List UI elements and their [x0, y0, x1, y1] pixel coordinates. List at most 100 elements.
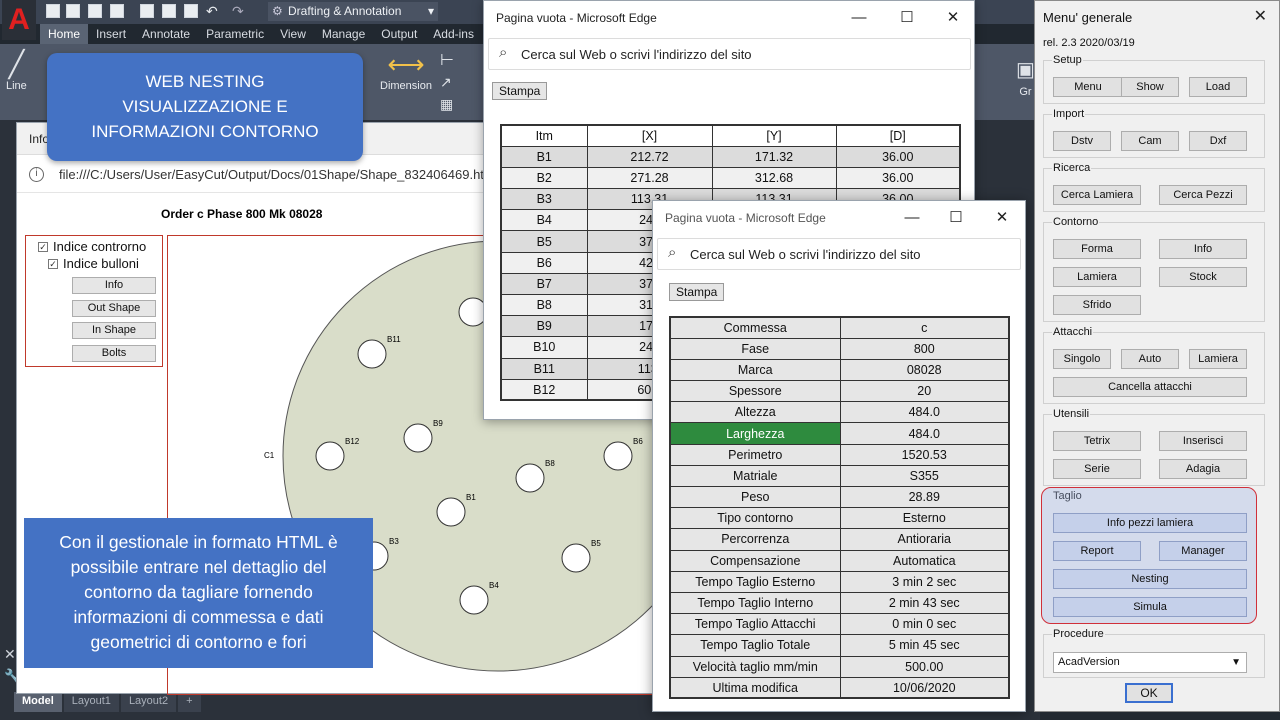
hole[interactable] — [403, 423, 433, 453]
undo-icon[interactable]: ↶ — [206, 3, 218, 20]
find-parts-button[interactable]: Cerca Pezzi — [1159, 185, 1247, 205]
tab-home[interactable]: Home — [40, 24, 89, 44]
version-label: rel. 2.3 2020/03/19 — [1043, 37, 1135, 49]
browser-tab[interactable]: Info — [29, 132, 49, 146]
minimize-icon[interactable]: — — [901, 207, 923, 229]
tab-model[interactable]: Model — [14, 692, 62, 712]
autocad-logo[interactable]: A — [2, 0, 36, 40]
group-icon: ▣ — [1016, 59, 1035, 81]
print-button[interactable]: Stampa — [492, 82, 548, 100]
tab-layout1[interactable]: Layout1 — [63, 692, 119, 712]
out-shape-button[interactable]: Out Shape — [72, 300, 156, 317]
tetrix-button[interactable]: Tetrix — [1053, 431, 1141, 451]
series-button[interactable]: Serie — [1053, 459, 1141, 479]
info-button[interactable]: Info — [72, 277, 156, 294]
index-bolts-option[interactable]: ✓ Indice bulloni — [48, 256, 139, 271]
hole[interactable] — [436, 497, 466, 527]
property-value: 28.89 — [839, 485, 1010, 509]
dxf-button[interactable]: Dxf — [1189, 131, 1247, 151]
stock-button[interactable]: Stock — [1159, 267, 1247, 287]
callout-line: contorno da tagliare fornendo — [84, 582, 313, 602]
index-contour-option[interactable]: ✓ Indice controrno — [38, 239, 146, 254]
tab-annotate[interactable]: Annotate — [134, 24, 198, 44]
show-button[interactable]: Show — [1121, 77, 1179, 97]
address-bar[interactable]: ⌕ Cerca sul Web o scrivi l'indirizzo del… — [657, 238, 1021, 270]
contour-info-button[interactable]: Info — [1159, 239, 1247, 259]
print-button[interactable]: Stampa — [669, 283, 725, 301]
info-icon[interactable]: i — [29, 167, 44, 182]
bolts-button[interactable]: Bolts — [72, 345, 156, 362]
simulate-button[interactable]: Simula — [1053, 597, 1247, 617]
table-icon[interactable]: ▦ — [440, 96, 453, 113]
hole[interactable] — [459, 585, 489, 615]
close-icon[interactable]: ✕ — [4, 646, 16, 663]
table-row: Percorrenza Antioraria — [669, 528, 1010, 551]
leader-icon[interactable]: ↗ — [440, 74, 452, 91]
new-file-icon[interactable] — [46, 4, 60, 18]
maximize-icon[interactable]: ☐ — [896, 7, 918, 29]
insert-button[interactable]: Inserisci — [1159, 431, 1247, 451]
sheet-lead-button[interactable]: Lamiera — [1189, 349, 1247, 369]
redo-icon[interactable]: ↷ — [232, 3, 244, 20]
group-tool[interactable]: ▣ Gr — [1016, 54, 1035, 98]
nesting-button[interactable]: Nesting — [1053, 569, 1247, 589]
workspace-dropdown[interactable]: Drafting & Annotation — [268, 2, 438, 21]
single-lead-button[interactable]: Singolo — [1053, 349, 1111, 369]
in-shape-button[interactable]: In Shape — [72, 322, 156, 339]
hatch-icon[interactable]: ⊢ — [440, 50, 454, 70]
minimize-icon[interactable]: — — [848, 7, 870, 29]
index-bolts-checkbox[interactable]: ✓ — [48, 258, 58, 269]
sheet-button[interactable]: Lamiera — [1053, 267, 1141, 287]
ok-button[interactable]: OK — [1125, 683, 1173, 703]
property-label: Matriale — [669, 464, 841, 488]
arrange-button[interactable]: Adagia — [1159, 459, 1247, 479]
save-as-icon[interactable] — [110, 4, 124, 18]
scrap-button[interactable]: Sfrido — [1053, 295, 1141, 315]
auto-lead-button[interactable]: Auto — [1121, 349, 1179, 369]
dstv-button[interactable]: Dstv — [1053, 131, 1111, 151]
hole[interactable] — [515, 463, 545, 493]
publish-icon[interactable] — [140, 4, 154, 18]
load-button[interactable]: Load — [1189, 77, 1247, 97]
maximize-icon[interactable]: ☐ — [945, 207, 967, 229]
hole[interactable] — [603, 441, 633, 471]
close-icon[interactable]: ✕ — [942, 7, 964, 29]
tab-add-ins[interactable]: Add-ins — [425, 24, 482, 44]
procedure-select[interactable]: AcadVersion ▼ — [1053, 652, 1247, 673]
details-window: Pagina vuota - Microsoft Edge — ☐ ✕ ⌕ Ce… — [652, 200, 1026, 712]
add-layout-button[interactable]: + — [178, 692, 201, 712]
tab-layout2[interactable]: Layout2 — [120, 692, 177, 712]
delete-leads-button[interactable]: Cancella attacchi — [1053, 377, 1247, 397]
tab-output[interactable]: Output — [373, 24, 425, 44]
index-contour-checkbox[interactable]: ✓ — [38, 241, 48, 252]
save-icon[interactable] — [88, 4, 102, 18]
hole[interactable] — [315, 441, 345, 471]
menu-button[interactable]: Menu — [1053, 77, 1123, 97]
property-label: Percorrenza — [669, 528, 841, 551]
find-sheet-button[interactable]: Cerca Lamiera — [1053, 185, 1141, 205]
address-placeholder: Cerca sul Web o scrivi l'indirizzo del s… — [690, 247, 921, 262]
table-cell: B3 — [500, 188, 588, 211]
tab-insert[interactable]: Insert — [88, 24, 134, 44]
hole[interactable] — [561, 543, 591, 573]
plot-icon[interactable] — [162, 4, 176, 18]
shape-button[interactable]: Forma — [1053, 239, 1141, 259]
hole-label: B9 — [433, 419, 443, 428]
manager-button[interactable]: Manager — [1159, 541, 1247, 561]
tab-view[interactable]: View — [272, 24, 314, 44]
address-bar[interactable]: ⌕ Cerca sul Web o scrivi l'indirizzo del… — [488, 38, 971, 70]
close-icon[interactable]: ✕ — [1254, 6, 1267, 26]
sheet-parts-info-button[interactable]: Info pezzi lamiera — [1053, 513, 1247, 533]
print-icon[interactable] — [184, 4, 198, 18]
report-button[interactable]: Report — [1053, 541, 1141, 561]
tab-parametric[interactable]: Parametric — [198, 24, 272, 44]
close-icon[interactable]: ✕ — [991, 207, 1013, 229]
url-text[interactable]: file:///C:/Users/User/EasyCut/Output/Doc… — [59, 167, 495, 182]
table-cell: B11 — [500, 357, 588, 380]
line-tool[interactable]: ╱ Line — [6, 48, 27, 92]
hole[interactable] — [357, 339, 387, 369]
cam-button[interactable]: Cam — [1121, 131, 1179, 151]
dimension-tool[interactable]: ⟷ Dimension — [380, 48, 432, 92]
open-file-icon[interactable] — [66, 4, 80, 18]
tab-manage[interactable]: Manage — [314, 24, 373, 44]
